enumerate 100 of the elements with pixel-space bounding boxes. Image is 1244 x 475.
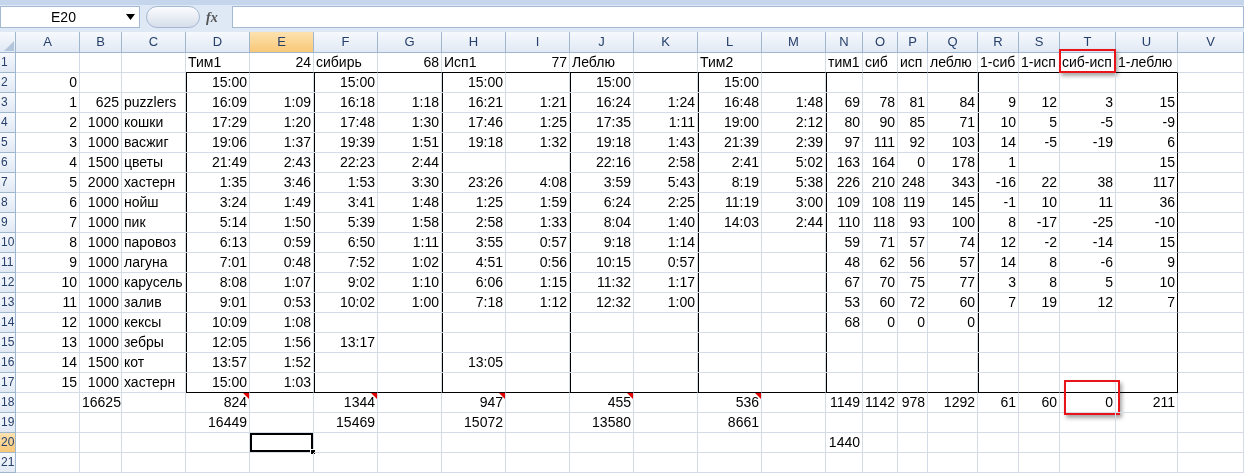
- column-header[interactable]: G: [378, 32, 442, 53]
- column-header[interactable]: F: [314, 32, 378, 53]
- row-header[interactable]: 4: [0, 113, 16, 133]
- table-cell: 0: [16, 73, 80, 93]
- row-header[interactable]: 13: [0, 293, 16, 313]
- table-cell: [1178, 113, 1244, 133]
- row-header[interactable]: 12: [0, 273, 16, 293]
- column-header[interactable]: Q: [928, 32, 978, 53]
- table-cell: 24: [250, 53, 314, 73]
- table-cell: 12:05: [186, 333, 250, 353]
- fill-handle[interactable]: [310, 449, 316, 455]
- column-header[interactable]: V: [1178, 32, 1244, 53]
- table-cell: -19: [1060, 133, 1116, 153]
- column-header[interactable]: R: [978, 32, 1019, 53]
- table-cell: 4:51: [442, 253, 506, 273]
- column-header[interactable]: L: [698, 32, 762, 53]
- table-cell: 8:04: [570, 213, 634, 233]
- table-cell: 1-исп: [1019, 53, 1060, 73]
- row-header[interactable]: 1: [0, 53, 16, 73]
- column-header[interactable]: N: [826, 32, 863, 53]
- table-cell: 1:52: [250, 353, 314, 373]
- table-cell: 5: [1019, 113, 1060, 133]
- column-header[interactable]: A: [16, 32, 80, 53]
- row-header[interactable]: 17: [0, 373, 16, 393]
- table-cell: 1440: [826, 433, 863, 453]
- column-header[interactable]: O: [863, 32, 898, 53]
- row-header[interactable]: 3: [0, 93, 16, 113]
- table-cell: [898, 413, 928, 433]
- row-header[interactable]: 18: [0, 393, 16, 413]
- table-cell: [16, 413, 80, 433]
- row-header[interactable]: 14: [0, 313, 16, 333]
- row-header[interactable]: 7: [0, 173, 16, 193]
- table-cell: леблю: [928, 53, 978, 73]
- formula-field[interactable]: [232, 6, 1244, 28]
- table-cell: 60: [863, 293, 898, 313]
- table-cell: 13:17: [314, 333, 378, 353]
- table-cell: 17:29: [186, 113, 250, 133]
- table-cell: [826, 73, 863, 93]
- table-cell: 71: [863, 233, 898, 253]
- row-header[interactable]: 10: [0, 233, 16, 253]
- column-header[interactable]: H: [442, 32, 506, 53]
- name-box[interactable]: E20: [0, 6, 140, 28]
- row-header[interactable]: 15: [0, 333, 16, 353]
- row-header[interactable]: 11: [0, 253, 16, 273]
- table-cell: [16, 393, 80, 413]
- table-cell: [698, 233, 762, 253]
- column-header[interactable]: D: [186, 32, 250, 53]
- table-cell: 1500: [80, 153, 122, 173]
- table-cell: 97: [826, 133, 863, 153]
- table-cell: [1178, 333, 1244, 353]
- column-header[interactable]: U: [1116, 32, 1178, 53]
- table-cell: 19:18: [442, 133, 506, 153]
- table-cell: [1178, 233, 1244, 253]
- row-header[interactable]: 8: [0, 193, 16, 213]
- table-cell: цветы: [122, 153, 186, 173]
- resize-handle[interactable]: [146, 6, 200, 28]
- table-cell: [826, 353, 863, 373]
- row-header[interactable]: 9: [0, 213, 16, 233]
- column-header[interactable]: J: [570, 32, 634, 53]
- table-cell: 6: [1116, 133, 1178, 153]
- dropdown-icon[interactable]: [126, 14, 135, 20]
- table-cell: [898, 73, 928, 93]
- table-cell: 3:00: [762, 193, 826, 213]
- column-header[interactable]: B: [80, 32, 122, 53]
- column-header[interactable]: T: [1060, 32, 1116, 53]
- column-header[interactable]: M: [762, 32, 826, 53]
- table-cell: 19:00: [698, 113, 762, 133]
- table-cell: кексы: [122, 313, 186, 333]
- table-cell: [378, 353, 442, 373]
- table-cell: зебры: [122, 333, 186, 353]
- table-cell: 10: [16, 273, 80, 293]
- table-cell: [80, 433, 122, 453]
- column-header[interactable]: P: [898, 32, 928, 53]
- row-header[interactable]: 5: [0, 133, 16, 153]
- column-header[interactable]: C: [122, 32, 186, 53]
- row-header[interactable]: 16: [0, 353, 16, 373]
- selected-cell[interactable]: [250, 433, 314, 453]
- table-cell: 15:00: [314, 73, 378, 93]
- table-cell: 9:18: [570, 233, 634, 253]
- table-cell: [1019, 353, 1060, 373]
- table-cell: [378, 313, 442, 333]
- table-cell: 117: [1116, 173, 1178, 193]
- row-header[interactable]: 6: [0, 153, 16, 173]
- table-cell: [80, 53, 122, 73]
- table-cell: [762, 353, 826, 373]
- table-cell: сиб: [863, 53, 898, 73]
- table-cell: [122, 53, 186, 73]
- row-header[interactable]: 19: [0, 413, 16, 433]
- table-cell: [978, 313, 1019, 333]
- table-cell: [762, 273, 826, 293]
- column-header[interactable]: E: [250, 32, 314, 53]
- row-header[interactable]: 2: [0, 73, 16, 93]
- column-header[interactable]: I: [506, 32, 570, 53]
- insert-function-button[interactable]: fx: [206, 6, 226, 28]
- table-cell: 1:35: [186, 173, 250, 193]
- column-header[interactable]: K: [634, 32, 698, 53]
- column-header[interactable]: S: [1019, 32, 1060, 53]
- row-header[interactable]: 21: [0, 453, 16, 473]
- table-cell: [570, 433, 634, 453]
- row-header[interactable]: 20: [0, 433, 16, 453]
